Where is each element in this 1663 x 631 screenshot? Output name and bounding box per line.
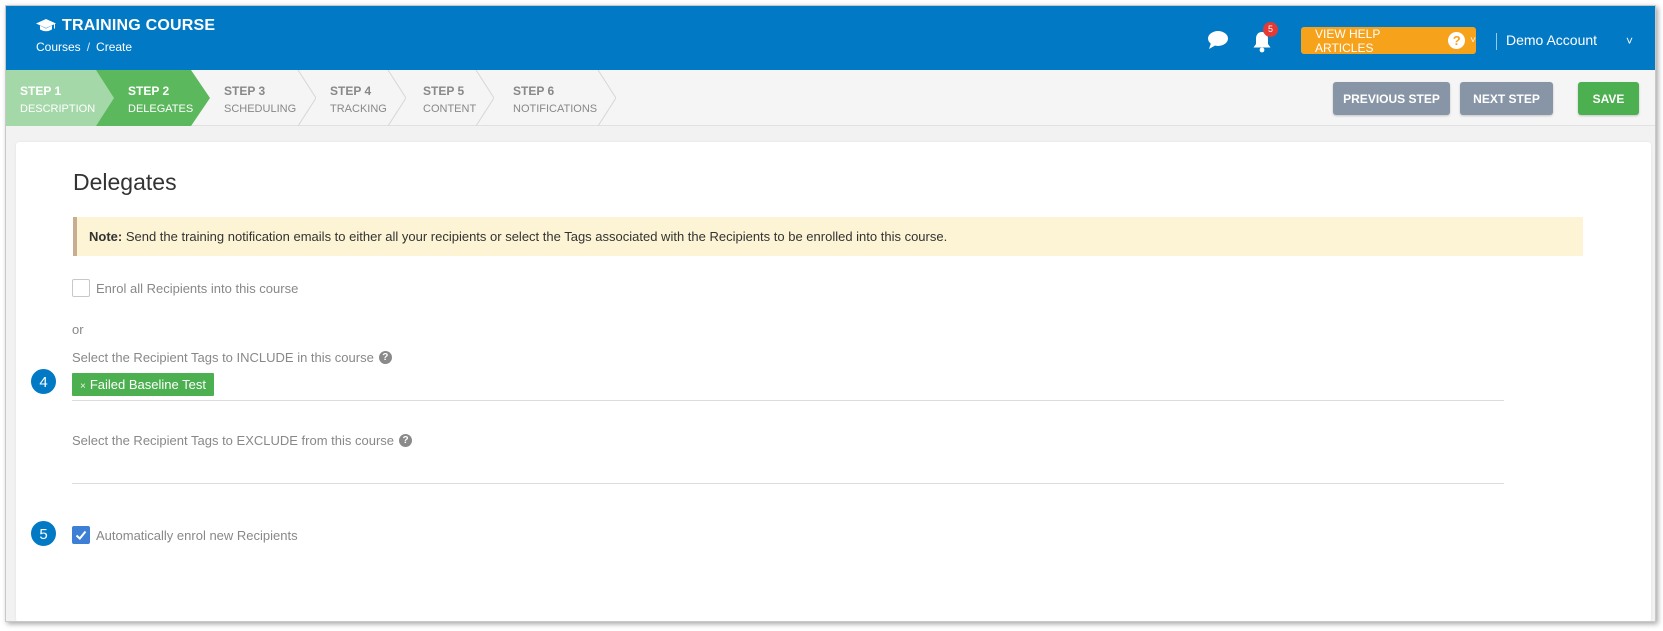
help-question-icon[interactable]: ? — [378, 351, 392, 364]
include-tags-label: Select the Recipient Tags to INCLUDE in … — [72, 350, 392, 365]
step-5-number: STEP 5 — [423, 84, 465, 98]
include-tags-input[interactable] — [72, 373, 1504, 397]
step-1-number: STEP 1 — [20, 84, 62, 98]
enrol-all-checkbox[interactable] — [72, 279, 90, 297]
checkmark-icon — [75, 530, 87, 540]
step-4-label: TRACKING — [330, 103, 387, 115]
step-6-background — [597, 70, 616, 126]
step-2-number: STEP 2 — [128, 84, 170, 98]
step-5-content[interactable]: STEP 5 CONTENT — [404, 70, 494, 126]
step-2-delegates[interactable]: STEP 2 DELEGATES — [96, 70, 210, 126]
breadcrumb: Courses / Create — [36, 40, 132, 54]
section-title: Delegates — [73, 169, 177, 195]
notification-count-badge: 5 — [1263, 22, 1278, 37]
step-3-label: SCHEDULING — [224, 103, 297, 115]
exclude-tags-underline — [72, 483, 1504, 484]
graduation-cap-icon — [36, 19, 56, 32]
delegates-card: Delegates Note: Send the training notifi… — [16, 142, 1651, 621]
remove-tag-icon[interactable]: × — [80, 381, 86, 392]
next-step-button[interactable]: NEXT STEP — [1460, 82, 1553, 115]
step-4-number: STEP 4 — [330, 84, 372, 98]
save-button[interactable]: SAVE — [1578, 82, 1639, 115]
help-question-icon: ? — [1448, 32, 1466, 49]
enrol-all-label: Enrol all Recipients into this course — [96, 281, 299, 296]
step-4-tracking[interactable]: STEP 4 TRACKING — [311, 70, 406, 126]
previous-step-button[interactable]: PREVIOUS STEP — [1333, 82, 1450, 115]
step-3-background — [297, 70, 316, 126]
wizard-steps-bar: STEP 1 DESCRIPTION STEP 2 DELEGATES STEP… — [6, 70, 1655, 126]
breadcrumb-create: Create — [96, 40, 133, 54]
or-divider-text: or — [72, 322, 84, 337]
exclude-tags-label: Select the Recipient Tags to EXCLUDE fro… — [72, 433, 413, 448]
step-6-label: NOTIFICATIONS — [513, 103, 598, 115]
include-tag-chip[interactable]: × Failed Baseline Test — [72, 373, 214, 396]
step-4-background — [387, 70, 406, 126]
page-title-header: TRAINING COURSE — [62, 17, 216, 34]
step-3-number: STEP 3 — [224, 84, 266, 98]
breadcrumb-separator: / — [86, 40, 91, 54]
top-header: TRAINING COURSE Courses / Create 5 VIEW HE… — [6, 6, 1655, 70]
step-5-label: CONTENT — [423, 103, 477, 115]
exclude-tags-input[interactable] — [72, 457, 1504, 481]
notifications-button[interactable]: 5 — [1251, 22, 1278, 54]
account-chevron-down-icon[interactable]: ˅ — [1626, 34, 1633, 48]
step-6-notifications[interactable]: STEP 6 NOTIFICATIONS — [491, 70, 616, 126]
chat-bubble-icon[interactable] — [1206, 30, 1230, 50]
view-help-articles-button[interactable]: VIEW HELP ARTICLES ? ˅ — [1301, 26, 1476, 55]
include-tag-label: Failed Baseline Test — [89, 377, 206, 392]
note-label: Note: — [89, 229, 123, 244]
step-1-label: DESCRIPTION — [20, 103, 96, 115]
exclude-tags-label-text: Select the Recipient Tags to EXCLUDE fro… — [72, 433, 395, 448]
callout-marker-5: 5 — [30, 520, 57, 547]
step-6-number: STEP 6 — [513, 84, 555, 98]
breadcrumb-courses[interactable]: Courses — [36, 40, 81, 54]
step-5-background — [475, 70, 494, 126]
include-tags-label-text: Select the Recipient Tags to INCLUDE in … — [72, 350, 374, 365]
step-2-background — [96, 70, 210, 126]
step-3-scheduling[interactable]: STEP 3 SCHEDULING — [206, 70, 316, 126]
note-banner: Note: Send the training notification ema… — [73, 217, 1583, 256]
app-window: TRAINING COURSE Courses / Create 5 VIEW HE… — [5, 5, 1656, 622]
auto-enrol-label: Automatically enrol new Recipients — [96, 528, 298, 543]
auto-enrol-checkbox[interactable] — [72, 526, 90, 544]
chevron-down-icon: ˅ — [1470, 35, 1476, 46]
note-text: Send the training notification emails to… — [122, 229, 948, 244]
header-divider — [1496, 33, 1497, 50]
brand: TRAINING COURSE — [36, 17, 215, 35]
callout-marker-4: 4 — [30, 368, 57, 395]
account-menu[interactable]: Demo Account — [1506, 32, 1597, 48]
help-question-icon[interactable]: ? — [399, 434, 413, 447]
include-tags-underline — [72, 400, 1504, 401]
step-2-label: DELEGATES — [128, 103, 194, 115]
help-button-label: VIEW HELP ARTICLES — [1315, 26, 1381, 55]
